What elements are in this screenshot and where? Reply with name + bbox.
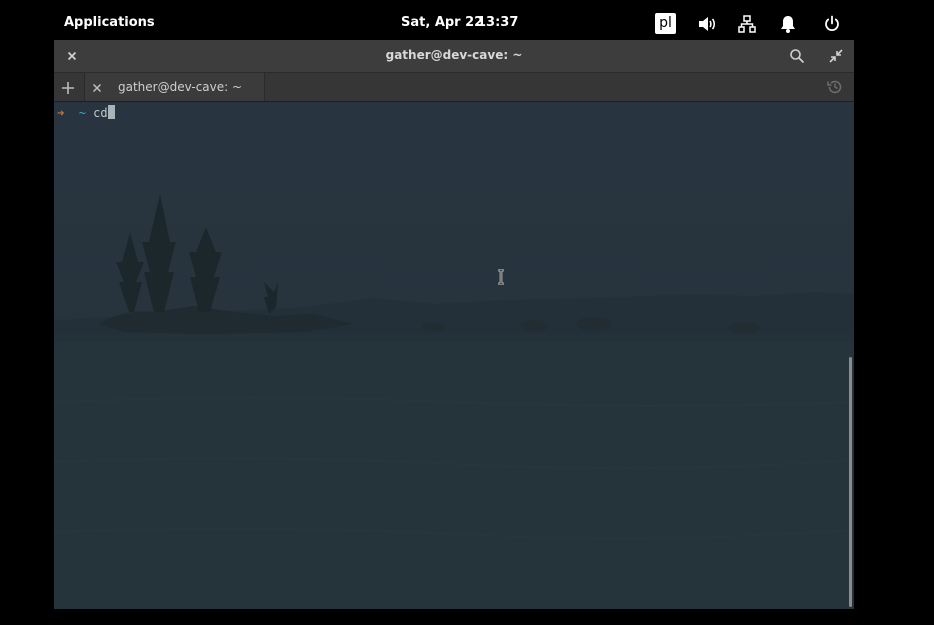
window-title: gather@dev-cave: ~: [385, 48, 523, 62]
network-icon[interactable]: [737, 14, 757, 34]
notifications-icon[interactable]: [778, 14, 798, 34]
tab-terminal[interactable]: gather@dev-cave: ~: [84, 73, 265, 101]
history-icon[interactable]: [826, 78, 844, 96]
command-text: cd: [93, 106, 108, 120]
command-line[interactable]: ➜ ~ cd: [57, 105, 115, 120]
unmaximize-icon[interactable]: [828, 48, 844, 64]
keyboard-layout-indicator[interactable]: pl: [655, 13, 676, 34]
tab-label: gather@dev-cave: ~: [118, 80, 243, 94]
prompt-arrow: ➜: [57, 106, 65, 120]
terminal-window: gather@dev-cave: ~ gather@dev-cave: ~ ➜ …: [54, 40, 854, 609]
wallpaper-scenery: [54, 194, 854, 609]
power-icon[interactable]: [822, 14, 842, 34]
scrollbar[interactable]: [849, 357, 852, 607]
prompt-directory: ~: [78, 106, 86, 120]
tab-bar: gather@dev-cave: ~: [54, 73, 854, 102]
panel-time[interactable]: 13:37: [477, 15, 518, 30]
terminal-area[interactable]: ➜ ~ cd: [54, 102, 854, 609]
applications-menu[interactable]: Applications: [64, 15, 155, 30]
panel-date[interactable]: Sat, Apr 22: [401, 15, 483, 30]
volume-icon[interactable]: [697, 14, 717, 34]
title-bar[interactable]: gather@dev-cave: ~: [54, 40, 854, 73]
close-tab-icon[interactable]: [90, 80, 104, 94]
search-icon[interactable]: [789, 48, 805, 64]
new-tab-button[interactable]: [61, 80, 75, 94]
text-cursor: [107, 105, 115, 119]
ibeam-cursor-icon: [498, 269, 504, 285]
